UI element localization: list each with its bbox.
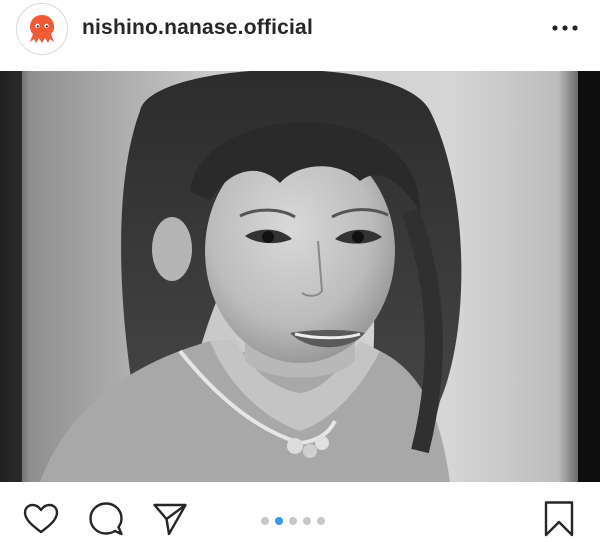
post-action-bar bbox=[0, 482, 600, 542]
carousel-dot bbox=[303, 517, 311, 525]
carousel-dot bbox=[289, 517, 297, 525]
carousel-dot bbox=[317, 517, 325, 525]
send-icon[interactable] bbox=[151, 500, 189, 538]
carousel-indicator bbox=[261, 517, 325, 525]
comment-icon[interactable] bbox=[87, 500, 125, 538]
octopus-icon bbox=[30, 15, 54, 43]
more-options-icon[interactable] bbox=[550, 14, 580, 42]
avatar[interactable] bbox=[16, 3, 68, 55]
post-photo[interactable] bbox=[0, 71, 600, 482]
carousel-dot-active bbox=[275, 517, 283, 525]
carousel-dot bbox=[261, 517, 269, 525]
post-header: nishino.nanase.official bbox=[0, 0, 600, 58]
username[interactable]: nishino.nanase.official bbox=[82, 16, 313, 40]
heart-icon[interactable] bbox=[22, 500, 60, 538]
bookmark-icon[interactable] bbox=[540, 500, 578, 538]
